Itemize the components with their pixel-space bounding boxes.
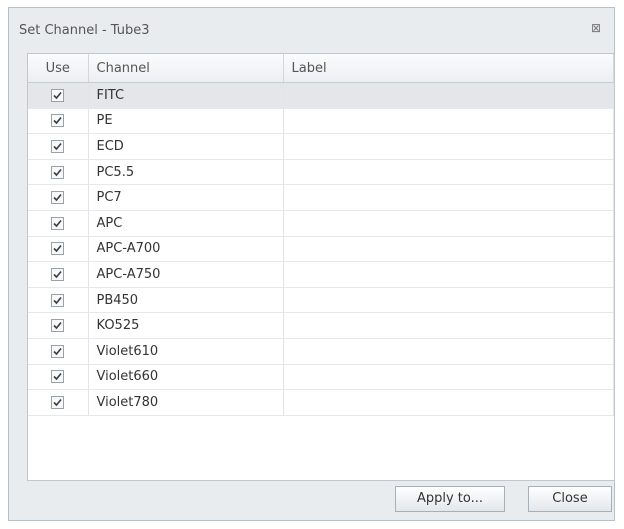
label-cell[interactable] <box>283 159 614 186</box>
channel-cell[interactable]: PB450 <box>88 287 284 314</box>
use-checkbox[interactable] <box>51 139 65 153</box>
table-row[interactable]: PE <box>28 108 614 135</box>
checkmark-icon <box>53 194 62 202</box>
channel-cell[interactable]: Violet780 <box>88 389 284 416</box>
channel-cell[interactable]: FITC <box>88 82 284 109</box>
use-checkbox[interactable] <box>51 216 65 230</box>
checkmark-icon <box>53 168 62 176</box>
table-row[interactable]: PC7 <box>28 184 614 211</box>
use-checkbox[interactable] <box>51 293 65 307</box>
use-checkbox[interactable] <box>51 344 65 358</box>
channel-cell[interactable]: KO525 <box>88 312 284 339</box>
table-row[interactable]: KO525 <box>28 312 614 339</box>
channel-grid: Use Channel Label FITC PE ECD PC5.5 PC7 APC AP… <box>27 53 615 481</box>
label-cell[interactable] <box>283 261 614 288</box>
label-cell[interactable] <box>283 210 614 237</box>
use-cell <box>28 338 89 365</box>
use-cell <box>28 82 89 109</box>
table-row[interactable]: FITC <box>28 82 614 109</box>
use-checkbox[interactable] <box>51 191 65 205</box>
label-cell[interactable] <box>283 82 614 109</box>
table-row[interactable]: PC5.5 <box>28 159 614 186</box>
channel-cell[interactable]: APC-A750 <box>88 261 284 288</box>
checkmark-icon <box>53 219 62 227</box>
title-bar: Set Channel - Tube3 ⊠ <box>9 8 614 50</box>
apply-to-button[interactable]: Apply to... <box>395 486 505 512</box>
use-cell <box>28 261 89 288</box>
checkmark-icon <box>53 322 62 330</box>
use-checkbox[interactable] <box>51 267 65 281</box>
checkmark-icon <box>53 398 62 407</box>
table-body: FITC PE ECD PC5.5 PC7 APC APC-A700 APC-A750 PB45… <box>28 82 614 416</box>
table-row[interactable]: Violet780 <box>28 389 614 416</box>
checkmark-icon <box>53 347 62 355</box>
channel-cell[interactable]: Violet660 <box>88 364 284 391</box>
table-row[interactable]: APC-A700 <box>28 236 614 263</box>
label-cell[interactable] <box>283 364 614 391</box>
close-icon[interactable]: ⊠ <box>588 20 604 36</box>
channel-table: Use Channel Label FITC PE ECD PC5.5 PC7 APC AP… <box>28 54 614 416</box>
use-cell <box>28 159 89 186</box>
label-cell[interactable] <box>283 236 614 263</box>
use-cell <box>28 133 89 160</box>
label-cell[interactable] <box>283 338 614 365</box>
channel-cell[interactable]: PC7 <box>88 184 284 211</box>
table-row[interactable]: Violet610 <box>28 338 614 365</box>
label-cell[interactable] <box>283 108 614 135</box>
checkmark-icon <box>53 245 62 253</box>
dialog-title: Set Channel - Tube3 <box>19 23 150 38</box>
label-cell[interactable] <box>283 133 614 160</box>
channel-cell[interactable]: APC-A700 <box>88 236 284 263</box>
column-header-label[interactable]: Label <box>283 54 614 83</box>
use-checkbox[interactable] <box>51 114 65 128</box>
table-row[interactable]: Violet660 <box>28 364 614 391</box>
label-cell[interactable] <box>283 184 614 211</box>
checkmark-icon <box>53 142 62 151</box>
use-cell <box>28 184 89 211</box>
table-row[interactable]: ECD <box>28 133 614 160</box>
checkmark-icon <box>53 91 62 99</box>
checkmark-icon <box>53 270 62 279</box>
use-checkbox[interactable] <box>51 88 65 102</box>
channel-cell[interactable]: ECD <box>88 133 284 160</box>
table-row[interactable]: APC-A750 <box>28 261 614 288</box>
channel-cell[interactable]: Violet610 <box>88 338 284 365</box>
use-checkbox[interactable] <box>51 370 65 384</box>
use-cell <box>28 364 89 391</box>
column-header-channel[interactable]: Channel <box>88 54 284 83</box>
label-cell[interactable] <box>283 312 614 339</box>
use-cell <box>28 210 89 237</box>
use-cell <box>28 389 89 416</box>
use-cell <box>28 287 89 314</box>
label-cell[interactable] <box>283 287 614 314</box>
use-checkbox[interactable] <box>51 319 65 333</box>
use-checkbox[interactable] <box>51 395 65 409</box>
column-header-use[interactable]: Use <box>28 54 89 83</box>
checkmark-icon <box>53 373 62 381</box>
use-cell <box>28 312 89 339</box>
channel-cell[interactable]: PE <box>88 108 284 135</box>
use-cell <box>28 236 89 263</box>
channel-cell[interactable]: APC <box>88 210 284 237</box>
set-channel-dialog: Set Channel - Tube3 ⊠ Use Channel Label … <box>8 7 615 521</box>
label-cell[interactable] <box>283 389 614 416</box>
table-header-row: Use Channel Label <box>28 54 614 83</box>
checkmark-icon <box>53 296 62 304</box>
use-cell <box>28 108 89 135</box>
table-row[interactable]: APC <box>28 210 614 237</box>
table-row[interactable]: PB450 <box>28 287 614 314</box>
close-button[interactable]: Close <box>528 486 612 512</box>
channel-cell[interactable]: PC5.5 <box>88 159 284 186</box>
use-checkbox[interactable] <box>51 242 65 256</box>
checkmark-icon <box>53 117 62 125</box>
use-checkbox[interactable] <box>51 165 65 179</box>
